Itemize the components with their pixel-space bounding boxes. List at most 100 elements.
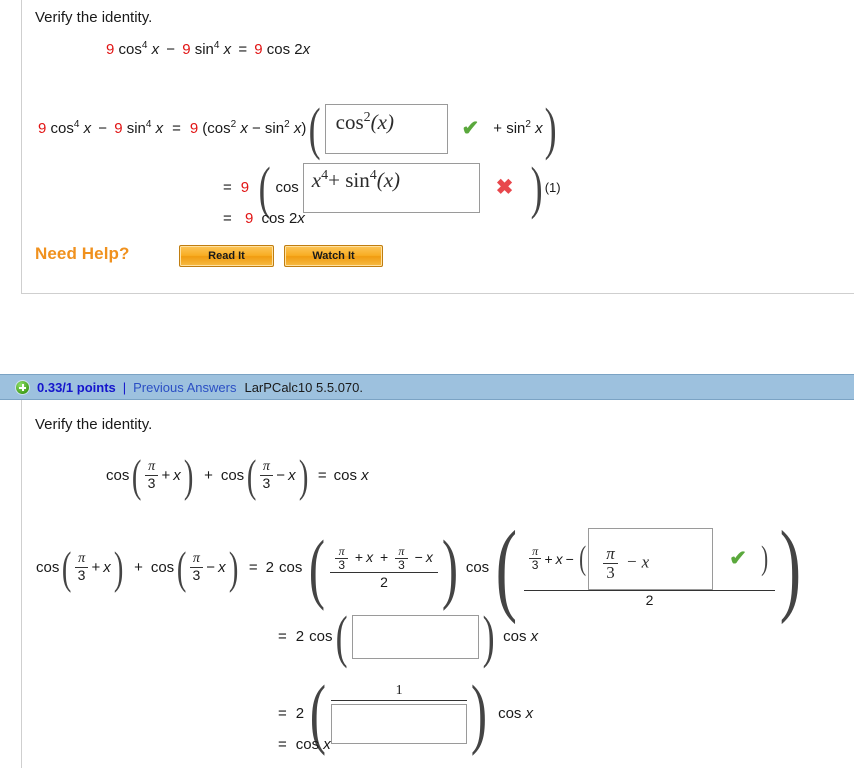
problem1-identity: 9 cos4 x − 9 sin4 x = 9 cos 2x (106, 40, 310, 59)
p2-equals: = (317, 467, 327, 484)
p2-rhs: cos x (333, 467, 369, 484)
identity-coef-2: 9 (182, 41, 191, 58)
work3-expr: cos 2 (261, 210, 298, 227)
p2w1-cos-4: cos (465, 559, 490, 576)
p2w1-coef: 2 (265, 559, 274, 576)
p2-close-paren-2: ) (298, 450, 308, 501)
identity-rhs: cos 2 (266, 41, 303, 58)
work1-factor: (cos2 x − sin2 x) (202, 119, 307, 138)
p2-cos-2: cos (220, 467, 245, 484)
p2w3-den (331, 699, 468, 744)
p2w1-open-paren-3: ( (309, 523, 326, 611)
p2w3-bigfrac: 1 (331, 682, 468, 744)
p2w1-cos-3: cos (279, 559, 303, 576)
p2-var-2: x (288, 467, 296, 484)
p2w1-close-paren-1: ) (113, 542, 124, 593)
read-it-button[interactable]: Read It (179, 245, 274, 267)
p2w1-cos-2: cos (150, 559, 175, 576)
work2-close-paren: ) (531, 155, 544, 220)
work3-var: x (297, 210, 305, 227)
answer-box-2[interactable]: x4+ sin4(x) (302, 162, 480, 213)
p2-close-paren-1: ) (183, 450, 194, 501)
p2w1-plus-1: + (91, 559, 101, 576)
answer-box-3-value: π3 − x (603, 544, 649, 582)
p2w1-var-2: x (218, 559, 226, 576)
p2w3-num: 1 (395, 682, 403, 698)
p2w1-minus-1: − (206, 559, 216, 576)
work1-left: 9 cos4 x − 9 sin4 x (38, 119, 164, 138)
answer-box-1-value: cos2(x) (335, 109, 394, 134)
problem2-identity: cos ( π 3 + x ) + cos ( π 3 − x ) = cos … (106, 449, 369, 502)
work1-var-b: x (155, 120, 164, 137)
p2w2-cos: cos (309, 628, 333, 645)
work1-equals: = (172, 120, 181, 137)
work1-var-a: x (83, 120, 92, 137)
p2w2-close-paren: ) (482, 604, 495, 669)
p2w1-plus-mid: + (134, 559, 143, 576)
work1-coef-a: 9 (38, 120, 47, 137)
p2-plus-1: + (161, 467, 171, 484)
identity-var-1: x (151, 41, 160, 58)
identity-coef-1: 9 (106, 41, 115, 58)
work1-close-paren: ) (544, 96, 557, 161)
p2w1-bigfrac-2-num: π3 + x − ( π3 − x ✔ ) (524, 527, 775, 590)
plus-circle-icon[interactable] (15, 379, 30, 395)
p2w1-bigfrac-2-den: 2 (523, 589, 776, 608)
work2-tail: (1) (544, 180, 561, 195)
p2w1-bigfrac-1-num: π3 + x + π3 − x (330, 545, 438, 571)
p2w1-var-1: x (103, 559, 111, 576)
exercise-page: Verify the identity. 9 cos4 x − 9 sin4 x… (0, 0, 854, 768)
work1-sin: sin (126, 120, 146, 137)
identity-var-2: x (223, 41, 232, 58)
watch-it-button[interactable]: Watch It (284, 245, 383, 267)
identity-sin-exp: 4 (213, 40, 220, 51)
work1-sin-exp: 4 (145, 119, 152, 130)
work1-open-paren: ( (309, 96, 321, 161)
work3-coef: 9 (244, 210, 254, 227)
p2-frac-2: π 3 (259, 460, 274, 490)
p2-var-1: x (173, 467, 181, 484)
problem1-work-line-1: 9 cos4 x − 9 sin4 x = 9 (cos2 x − sin2 x… (38, 95, 560, 162)
answer-box-1[interactable]: cos2(x) (324, 103, 448, 154)
p2w3-coef: 2 (295, 704, 305, 722)
p2w4-expr: cos x (295, 736, 331, 753)
previous-answers-link[interactable]: Previous Answers (133, 380, 236, 395)
problem1-prompt: Verify the identity. (35, 9, 153, 26)
correct-check-icon-1: ✔ (461, 117, 480, 140)
p2-cos-1: cos (106, 467, 130, 484)
p2w1-frac-1: π 3 (74, 552, 89, 582)
incorrect-cross-icon-1: ✖ (495, 176, 514, 199)
p2w3-tail: cos x (498, 704, 534, 722)
problem2-prompt: Verify the identity. (35, 416, 153, 433)
p2-open-paren-2: ( (247, 450, 257, 501)
p2w1-cos-1: cos (36, 559, 60, 576)
points-earned: 0.33/1 points (37, 379, 116, 395)
work2-cos-label: cos (275, 179, 299, 196)
p2w4-equals: = (278, 736, 287, 753)
identity-sin: sin (194, 41, 214, 58)
p2w3-equals: = (278, 704, 287, 722)
p2-frac-1: π 3 (144, 460, 159, 490)
question-code: LarPCalc10 5.5.070. (244, 379, 363, 395)
problem2-work-line-4: = cos x (278, 736, 331, 753)
problem-card-2: Verify the identity. cos ( π 3 + x ) + c… (21, 400, 854, 768)
identity-cos-exp: 4 (141, 40, 148, 51)
problem1-work-line-3: = 9 cos 2x (223, 210, 305, 227)
p2w1-open-paren-2: ( (177, 542, 187, 593)
p2w1-equals: = (248, 559, 258, 576)
p2w3-close-paren: ) (471, 669, 488, 756)
p2w2-equals: = (278, 628, 287, 645)
work2-equals: = (223, 179, 232, 196)
p2w1-open-paren-1: ( (62, 542, 72, 593)
answer-box-3[interactable]: π3 − x (588, 527, 714, 590)
work3-equals: = (223, 210, 232, 227)
p2w1-close-paren-2: ) (228, 542, 238, 593)
p2w1-bigfrac-1-den: 2 (330, 571, 438, 590)
identity-equals: = (238, 41, 248, 58)
answer-box-2-value: x4+ sin4(x) (311, 167, 401, 192)
answer-box-4[interactable] (351, 614, 479, 659)
answer-box-5[interactable] (331, 703, 468, 744)
p2-minus-1: − (276, 467, 286, 484)
work1-cos-exp: 4 (73, 119, 80, 130)
p2w2-coef: 2 (295, 628, 305, 645)
